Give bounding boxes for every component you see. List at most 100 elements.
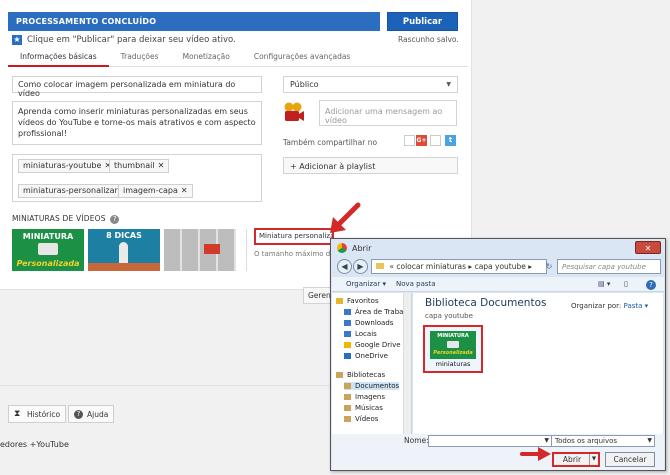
tab-monetization[interactable]: Monetização <box>171 48 242 67</box>
tab-basic-info[interactable]: Informações básicas <box>8 48 109 67</box>
footer-divider <box>0 385 330 386</box>
star-icon <box>336 298 343 304</box>
view-options-icon[interactable]: ▤ ▾ <box>598 280 610 288</box>
custom-thumbnail-button[interactable]: Miniatura personalizada <box>254 228 334 245</box>
library-icon <box>336 372 343 378</box>
onedrive-icon <box>344 353 351 359</box>
tag-chip[interactable]: thumbnail ✕ <box>109 159 170 173</box>
publish-hint: ★ Clique em "Publicar" para deixar seu v… <box>12 33 236 47</box>
footer-links[interactable]: edores +YouTube <box>0 440 69 449</box>
refresh-icon[interactable]: ↻ <box>543 259 555 274</box>
tree-item-onedrive[interactable]: OneDrive <box>344 352 388 360</box>
draft-saved-text: Rascunho salvo. <box>398 35 459 44</box>
cancel-button[interactable]: Cancelar <box>605 452 655 467</box>
tag-chip[interactable]: imagem-capa ✕ <box>118 184 193 198</box>
navigation-tree: Favoritos Área de Trabalh Downloads Loca… <box>332 293 412 434</box>
share-message-input[interactable]: Adicionar uma mensagem ao vídeo <box>319 100 457 126</box>
caret-down-icon: ▼ <box>446 81 451 88</box>
add-to-playlist-button[interactable]: + Adicionar à playlist <box>283 157 458 174</box>
remove-tag-icon[interactable]: ✕ <box>158 161 165 170</box>
tree-item-documents[interactable]: Documentos <box>344 382 400 390</box>
caret-down-icon: ▼ <box>647 437 652 444</box>
downloads-icon <box>344 320 351 326</box>
camera-avatar-icon <box>283 101 305 123</box>
tree-item-desktop[interactable]: Área de Trabalh <box>344 308 410 316</box>
desktop-icon <box>344 309 351 315</box>
library-title: Biblioteca Documentos <box>425 297 547 309</box>
video-description-input[interactable]: Aprenda como inserir miniaturas personal… <box>12 101 262 145</box>
tab-advanced-settings[interactable]: Configurações avançadas <box>242 48 362 67</box>
tree-scrollbar[interactable] <box>403 293 411 434</box>
tags-input[interactable]: miniaturas-youtube ✕ thumbnail ✕ miniatura… <box>12 154 262 202</box>
help-button[interactable]: ? Ajuda <box>68 405 115 423</box>
library-subtitle: capa youtube <box>425 312 473 320</box>
thumbnail-option-3[interactable] <box>164 229 236 271</box>
dialog-close-button[interactable]: ✕ <box>635 241 661 254</box>
tag-chip[interactable]: miniaturas-personalizar✕ <box>18 184 133 198</box>
open-button[interactable]: Abrir ▼ <box>552 452 600 467</box>
file-name: miniaturas <box>435 360 471 368</box>
file-type-select[interactable]: Todos os arquivos ▼ <box>551 435 655 447</box>
organize-menu[interactable]: Organizar ▾ <box>346 280 386 288</box>
address-bar[interactable]: « colocar miniaturas ▸ capa youtube ▸ <box>371 259 547 274</box>
star-icon: ★ <box>12 35 22 45</box>
tree-item-downloads[interactable]: Downloads <box>344 319 393 327</box>
help-icon[interactable]: ? <box>646 280 656 290</box>
dialog-title: Abrir <box>337 243 371 253</box>
thumbnail-banner-art <box>204 244 220 254</box>
help-icon: ? <box>74 409 83 419</box>
tree-item-music[interactable]: Músicas <box>344 404 383 412</box>
tree-item-places[interactable]: Locais <box>344 330 377 338</box>
history-button[interactable]: ⧗ Histórico <box>8 405 67 423</box>
help-circle-icon[interactable]: ? <box>110 215 120 224</box>
thumbnail-art <box>447 341 459 348</box>
images-icon <box>344 394 351 400</box>
open-file-dialog: Abrir ✕ ◀ ▶ « colocar miniaturas ▸ capa … <box>330 238 666 471</box>
pointer-arrow-icon <box>520 447 551 461</box>
file-name-label: Nome: <box>404 436 429 445</box>
publish-hint-text: Clique em "Publicar" para deixar seu víd… <box>27 35 236 45</box>
videos-icon <box>344 416 351 422</box>
documents-icon <box>344 383 351 389</box>
arrange-by-control[interactable]: Organizar por: Pasta ▾ <box>571 302 648 310</box>
new-folder-button[interactable]: Nova pasta <box>396 280 436 288</box>
thumbnail-grid-art <box>164 229 236 271</box>
rocket-icon <box>119 242 128 264</box>
dialog-bottom-controls: Nome: ▼ Todos os arquivos ▼ Abrir ▼ Canc… <box>332 434 664 470</box>
tag-chip[interactable]: miniaturas-youtube ✕ <box>18 159 117 173</box>
google-drive-icon <box>344 342 351 348</box>
dialog-navigation-row: ◀ ▶ « colocar miniaturas ▸ capa youtube … <box>335 258 661 276</box>
video-title-input[interactable]: Como colocar imagem personalizada em min… <box>12 76 262 98</box>
privacy-select[interactable]: Público ▼ <box>283 76 458 93</box>
tree-item-images[interactable]: Imagens <box>344 393 385 401</box>
chrome-icon <box>337 243 347 253</box>
share-option-blank-2[interactable] <box>430 135 441 146</box>
preview-pane-icon[interactable]: ▯ <box>624 280 628 288</box>
thumbnail-art <box>38 243 58 255</box>
caret-down-icon: ▼ <box>544 437 549 444</box>
tree-item-videos[interactable]: Vídeos <box>344 415 378 423</box>
thumbnail-divider <box>246 229 247 271</box>
tree-item-google-drive[interactable]: Google Drive <box>344 341 401 349</box>
google-plus-icon[interactable]: G+ <box>416 135 427 146</box>
music-icon <box>344 405 351 411</box>
file-item-miniaturas[interactable]: MINIATURA Personalizada miniaturas <box>423 325 483 373</box>
tree-item-libraries[interactable]: Bibliotecas <box>336 371 385 379</box>
tab-translations[interactable]: Traduções <box>109 48 171 67</box>
details-tabs: Informações básicas Traduções Monetizaçã… <box>8 48 468 67</box>
dialog-toolbar: Organizar ▾ Nova pasta ▤ ▾ ▯ ? <box>332 277 664 292</box>
thumbnail-art <box>88 263 160 271</box>
file-list-pane: Biblioteca Documentos capa youtube Organ… <box>413 293 663 434</box>
share-option-blank[interactable] <box>404 135 415 146</box>
back-arrow-icon[interactable]: ◀ <box>337 259 352 274</box>
publish-button[interactable]: Publicar <box>387 12 458 31</box>
thumbnail-option-2[interactable]: 8 DICAS <box>88 229 160 271</box>
remove-tag-icon[interactable]: ✕ <box>181 186 188 195</box>
thumbnail-option-1[interactable]: MINIATURA Personalizada <box>12 229 84 271</box>
file-thumbnail: MINIATURA Personalizada <box>430 331 476 359</box>
twitter-icon[interactable]: t <box>445 135 456 146</box>
caret-down-icon[interactable]: ▼ <box>589 454 598 465</box>
dialog-search-input[interactable]: Pesquisar capa youtube <box>557 259 661 274</box>
forward-arrow-icon[interactable]: ▶ <box>353 259 368 274</box>
tree-item-favorites[interactable]: Favoritos <box>336 297 379 305</box>
